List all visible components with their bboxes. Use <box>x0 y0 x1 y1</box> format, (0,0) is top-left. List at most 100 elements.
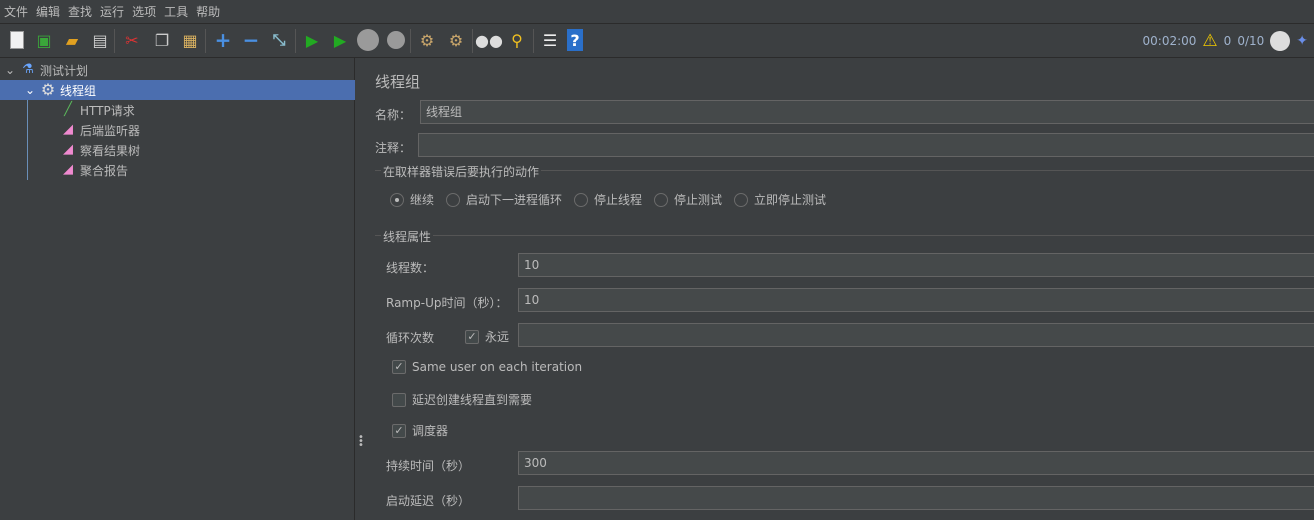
radio-label: 停止测试 <box>674 193 723 207</box>
radio-button[interactable] <box>574 192 588 207</box>
tree-node-backend-listener[interactable]: ◢ 后端监听器 <box>60 120 140 140</box>
threads-input[interactable]: 10 <box>518 253 1314 277</box>
radio-stop-thread[interactable]: 停止线程 <box>574 191 642 208</box>
remote-start-icon[interactable] <box>1270 31 1291 51</box>
radio-button[interactable] <box>390 192 404 207</box>
menu-options[interactable]: 选项 <box>132 3 156 20</box>
stop-icon[interactable] <box>357 29 379 51</box>
page-title: 线程组 <box>375 73 421 91</box>
warning-count: 0 <box>1223 34 1232 48</box>
start-icon[interactable]: ▶ <box>301 29 323 51</box>
menu-bar: 文件 编辑 查找 运行 选项 工具 帮助 <box>0 0 1314 24</box>
menu-help[interactable]: 帮助 <box>196 3 220 20</box>
checkbox-checked-icon[interactable]: ✓ <box>465 329 479 344</box>
tree-node-thread-group[interactable]: ⌄ ⚙ 线程组 <box>0 80 355 100</box>
checkbox-checked-icon[interactable]: ✓ <box>392 360 406 374</box>
menu-tools[interactable]: 工具 <box>164 3 188 20</box>
tree-node-aggregate-report[interactable]: ◢ 聚合报告 <box>60 160 128 180</box>
radio-button[interactable] <box>446 192 460 207</box>
duration-input[interactable]: 300 <box>518 451 1314 475</box>
radio-button[interactable] <box>654 192 668 207</box>
tree-label: 线程组 <box>60 83 97 98</box>
separator <box>205 29 206 53</box>
menu-file[interactable]: 文件 <box>4 3 28 20</box>
open-icon[interactable]: ▰ <box>61 29 83 51</box>
radio-label: 继续 <box>410 193 435 207</box>
listener-icon: ◢ <box>63 162 73 177</box>
test-plan-tree: ⌄ ⚗ 测试计划 ⌄ ⚙ 线程组 ╱ HTTP请求 ◢ 后端监听器 ◢ 察看结果… <box>0 58 355 520</box>
error-action-section-title: 在取样器错误后要执行的动作 <box>381 163 542 180</box>
tree-node-view-results-tree[interactable]: ◢ 察看结果树 <box>60 140 140 160</box>
divider <box>375 235 1314 236</box>
chevron-down-icon[interactable]: ⌄ <box>0 63 20 77</box>
same-user-checkbox[interactable]: ✓ Same user on each iteration <box>392 360 582 374</box>
copy-icon[interactable]: ❐ <box>151 29 173 51</box>
radio-stop-test[interactable]: 停止测试 <box>654 191 722 208</box>
toggle-icon[interactable]: ⤡ <box>268 29 290 51</box>
checkbox-label: 延迟创建线程直到需要 <box>412 393 533 407</box>
loop-count-input[interactable] <box>518 323 1314 347</box>
threads-label: 线程数： <box>386 261 435 275</box>
new-icon[interactable] <box>6 29 28 51</box>
radio-label: 停止线程 <box>594 193 643 207</box>
clear-all-icon[interactable]: ⚙ <box>445 29 467 51</box>
split-pane-divider[interactable]: • • • <box>355 58 365 520</box>
tree-label: HTTP请求 <box>80 103 135 118</box>
shutdown-icon[interactable] <box>385 29 407 51</box>
collapse-icon[interactable]: − <box>240 28 262 52</box>
thread-group-panel: 线程组 名称： 线程组 注释： 在取样器错误后要执行的动作 继续 启动下一进程循… <box>365 58 1314 520</box>
radio-button[interactable] <box>734 192 748 207</box>
menu-search[interactable]: 查找 <box>68 3 92 20</box>
comment-input[interactable] <box>418 133 1314 157</box>
menu-run[interactable]: 运行 <box>100 3 124 20</box>
checkbox-label: 永远 <box>485 330 510 344</box>
checkbox-checked-icon[interactable]: ✓ <box>392 423 406 438</box>
test-plan-icon: ⚗ <box>22 62 34 77</box>
tree-guide-line <box>27 100 28 180</box>
separator <box>114 29 115 53</box>
radio-continue[interactable]: 继续 <box>390 191 434 208</box>
name-label: 名称： <box>375 108 412 122</box>
elapsed-time: 00:02:00 <box>1142 34 1197 48</box>
clear-icon[interactable]: ⚙ <box>416 29 438 51</box>
listener-icon: ◢ <box>63 142 73 157</box>
radio-stop-test-now[interactable]: 立即停止测试 <box>734 191 826 208</box>
name-input[interactable]: 线程组 <box>420 100 1314 124</box>
save-icon[interactable]: ▤ <box>89 29 111 51</box>
drag-handle-icon[interactable]: • • • <box>358 433 364 451</box>
separator <box>472 29 473 53</box>
tree-node-test-plan[interactable]: ⌄ ⚗ 测试计划 <box>0 60 355 80</box>
radio-start-next-loop[interactable]: 启动下一进程循环 <box>446 191 562 208</box>
scheduler-checkbox[interactable]: ✓ 调度器 <box>392 422 448 439</box>
expand-icon[interactable]: + <box>212 28 234 52</box>
reset-search-icon[interactable]: ⚲ <box>506 29 528 51</box>
separator <box>533 29 534 53</box>
menu-edit[interactable]: 编辑 <box>36 3 60 20</box>
active-threads: 0/10 <box>1237 34 1265 48</box>
rampup-input[interactable]: 10 <box>518 288 1314 312</box>
separator <box>295 29 296 53</box>
tree-node-http-request[interactable]: ╱ HTTP请求 <box>60 100 135 120</box>
checkbox-unchecked-icon[interactable] <box>392 392 406 407</box>
delay-thread-creation-checkbox[interactable]: 延迟创建线程直到需要 <box>392 391 532 408</box>
forever-checkbox[interactable]: ✓ 永远 <box>465 328 509 345</box>
warning-icon[interactable]: ⚠ <box>1202 31 1217 51</box>
thread-group-gear-icon: ⚙ <box>40 80 56 99</box>
tree-label: 察看结果树 <box>80 143 141 158</box>
templates-icon[interactable]: ▣ <box>33 29 55 51</box>
log-viewer-icon[interactable]: ✦ <box>1296 33 1308 49</box>
function-helper-icon[interactable]: ☰ <box>539 29 561 51</box>
chevron-down-icon[interactable]: ⌄ <box>20 83 40 97</box>
paste-icon[interactable]: ▦ <box>179 29 201 51</box>
start-no-pause-icon[interactable]: ▶ <box>329 29 351 51</box>
cut-icon[interactable]: ✂ <box>121 29 143 51</box>
checkbox-label: 调度器 <box>412 424 449 438</box>
help-icon[interactable]: ? <box>567 29 583 51</box>
duration-label: 持续时间（秒） <box>386 459 471 473</box>
comment-label: 注释： <box>375 141 412 155</box>
sampler-pipette-icon: ╱ <box>64 102 72 117</box>
checkbox-label: Same user on each iteration <box>412 360 583 374</box>
search-icon[interactable]: ●● <box>475 29 503 51</box>
startup-delay-input[interactable] <box>518 486 1314 510</box>
radio-label: 立即停止测试 <box>754 193 827 207</box>
